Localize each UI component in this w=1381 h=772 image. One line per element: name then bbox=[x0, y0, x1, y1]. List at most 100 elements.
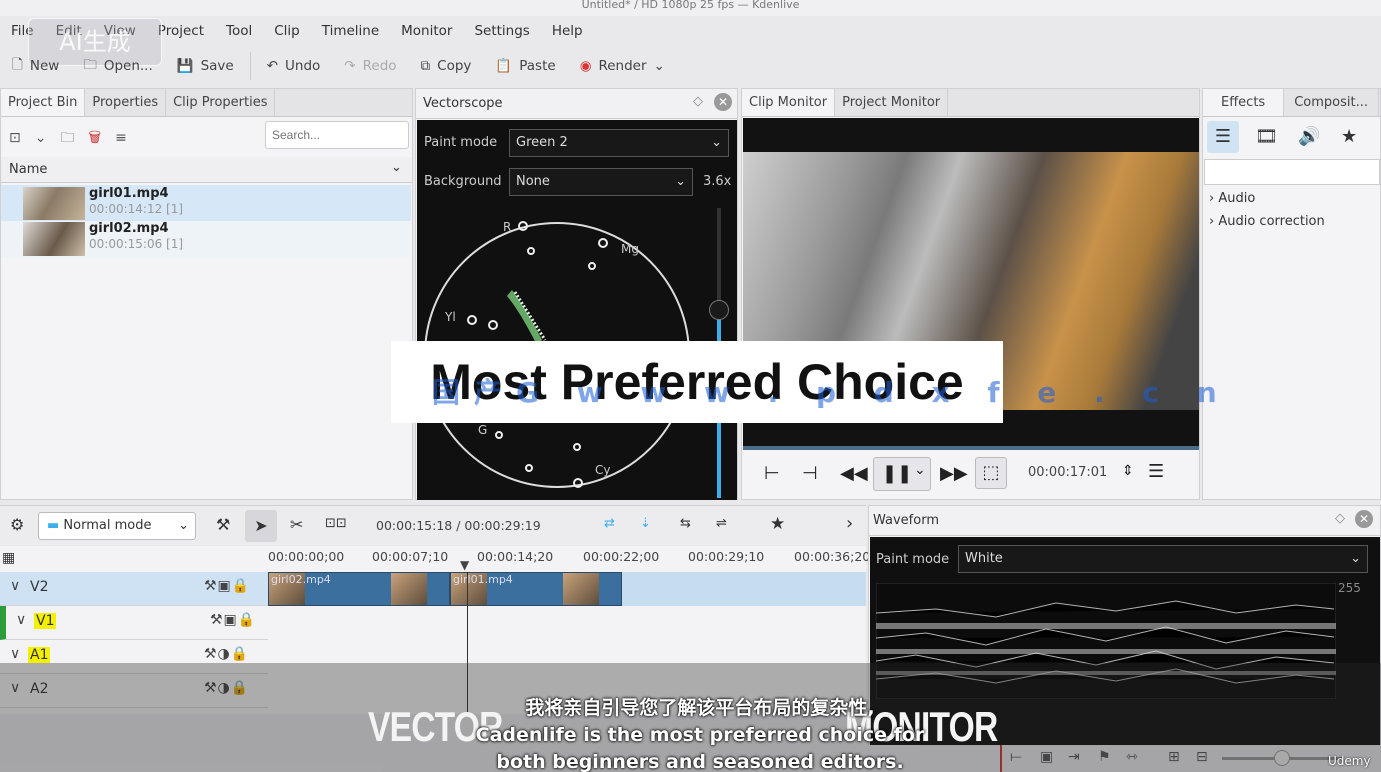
monitor-ruler[interactable] bbox=[743, 446, 1199, 450]
vectorscope-panel: Vectorscope ◇ ✕ Paint mode Green 2 ⌄ Back… bbox=[415, 88, 738, 500]
window-title: Untitled* / HD 1080p 25 fps — Kdenlive bbox=[0, 0, 1381, 16]
track-header-v1[interactable]: ∨ V1 ⚒▣🔒 bbox=[0, 606, 268, 640]
audio-effects-icon[interactable]: 🔊 bbox=[1298, 126, 1320, 147]
timeline-position: 00:00:15:18 / 00:00:29:19 bbox=[376, 518, 541, 533]
menu-timeline[interactable]: Timeline bbox=[311, 18, 390, 44]
tree-item-audio[interactable]: › Audio bbox=[1209, 191, 1255, 206]
bin-search-input[interactable] bbox=[265, 121, 409, 149]
open-label: Open... bbox=[103, 58, 153, 74]
open-button[interactable]: 🗀 Open... bbox=[71, 51, 164, 81]
delete-icon[interactable]: 🗑 bbox=[88, 130, 115, 146]
clip-label: girl01.mp4 bbox=[453, 573, 513, 586]
menu-clip[interactable]: Clip bbox=[263, 18, 311, 44]
list-item[interactable]: girl01.mp4 00:00:14:12 [1] bbox=[1, 185, 411, 221]
folder-icon[interactable]: 🗀 bbox=[60, 130, 88, 146]
timecode-spinner-icon[interactable]: ⇕ bbox=[1122, 463, 1134, 479]
overwrite-icon[interactable]: ⇣ bbox=[640, 516, 651, 531]
menu-settings[interactable]: Settings bbox=[463, 18, 540, 44]
play-pause-button[interactable]: ❚❚ ⌄ bbox=[873, 457, 931, 491]
track-tools[interactable]: ⚒▣🔒 bbox=[204, 578, 250, 594]
paste-button[interactable]: 📋 Paste bbox=[483, 51, 567, 81]
paint-mode-value: White bbox=[965, 551, 1003, 566]
subtitle-chinese: 我将亲自引导您了解该平台布局的复杂性, bbox=[525, 697, 875, 719]
rewind-icon[interactable]: ◀◀ bbox=[840, 463, 868, 484]
chevron-down-icon[interactable]: ∨ bbox=[10, 646, 20, 662]
slider-handle[interactable] bbox=[709, 300, 729, 320]
timeline-clip[interactable]: girl01.mp4 bbox=[450, 572, 622, 606]
chevron-down-icon: ⌄ bbox=[178, 518, 189, 533]
chevron-down-icon[interactable]: ∨ bbox=[16, 612, 26, 628]
effects-search-input[interactable] bbox=[1204, 159, 1380, 185]
set-zone-out-icon[interactable]: ⊣ bbox=[802, 463, 818, 484]
paint-mode-select[interactable]: Green 2 ⌄ bbox=[509, 129, 729, 157]
undo-button[interactable]: ↶ Undo bbox=[255, 51, 333, 81]
insert-icon[interactable]: ⇄ bbox=[604, 516, 615, 531]
copy-button[interactable]: ⧉ Copy bbox=[409, 51, 484, 81]
brand-watermark: Udemy bbox=[1328, 754, 1371, 768]
add-clip-icon[interactable]: ⊡ bbox=[9, 130, 35, 146]
multicam-tool-icon[interactable]: ⊡⊡ bbox=[325, 516, 347, 531]
crop-icon[interactable]: ⬚ bbox=[975, 457, 1007, 489]
timeline-ruler[interactable]: 00:00:00;00 00:00:07;10 00:00:14;20 00:0… bbox=[268, 546, 870, 572]
menu-tool[interactable]: Tool bbox=[215, 18, 263, 44]
clip-thumbnail bbox=[563, 573, 599, 605]
set-zone-in-icon[interactable]: ⊢ bbox=[764, 463, 780, 484]
fast-forward-icon[interactable]: ▶▶ bbox=[940, 463, 968, 484]
monitor-timecode[interactable]: 00:00:17:01 bbox=[1028, 465, 1107, 480]
tab-properties[interactable]: Properties bbox=[85, 89, 167, 116]
float-icon[interactable]: ◇ bbox=[1335, 511, 1345, 526]
select-tool-icon[interactable]: ➤ bbox=[245, 510, 277, 542]
chevron-down-icon: ⌄ bbox=[675, 174, 686, 189]
close-icon[interactable]: ✕ bbox=[1355, 510, 1373, 528]
favorites-icon[interactable]: ★ bbox=[1341, 126, 1357, 147]
waveform-paint-mode-select[interactable]: White ⌄ bbox=[958, 545, 1368, 573]
list-item[interactable]: girl02.mp4 00:00:15:06 [1] bbox=[1, 221, 411, 257]
save-button[interactable]: 💾 Save bbox=[165, 51, 246, 81]
menu-help[interactable]: Help bbox=[541, 18, 594, 44]
tab-compositions[interactable]: Composit... bbox=[1284, 89, 1379, 116]
main-toolbar: 🗋 New 🗀 Open... 💾 Save ↶ Undo ↷ Redo ⧉ Copy 📋 P… bbox=[0, 48, 1381, 84]
extract-icon[interactable]: ⇆ bbox=[680, 516, 691, 531]
tab-clip-monitor[interactable]: Clip Monitor bbox=[742, 89, 836, 116]
chevron-down-icon[interactable]: ⌄ bbox=[654, 58, 665, 74]
track-settings-icon[interactable]: ⚙ bbox=[10, 515, 24, 534]
background-select[interactable]: None ⌄ bbox=[509, 168, 693, 196]
chevron-right-icon: › bbox=[1209, 191, 1215, 206]
video-effects-icon[interactable]: 🎞 bbox=[1255, 126, 1278, 147]
playhead-marker-icon[interactable]: ▼ bbox=[460, 558, 469, 572]
menu-icon[interactable]: ☰ bbox=[1148, 461, 1164, 482]
timeline-clip[interactable]: girl02.mp4 bbox=[268, 572, 450, 606]
spacer-tool-icon[interactable]: ⚒ bbox=[216, 515, 230, 534]
chevron-down-icon[interactable]: ⌄ bbox=[391, 160, 402, 175]
clip-thumbnail bbox=[23, 222, 85, 256]
track-name: V1 bbox=[34, 613, 57, 629]
menu-monitor[interactable]: Monitor bbox=[390, 18, 463, 44]
list-view-icon[interactable]: ☰ bbox=[1207, 121, 1239, 153]
track-tools[interactable]: ⚒▣🔒 bbox=[210, 612, 256, 628]
new-button[interactable]: 🗋 New bbox=[0, 51, 71, 81]
folder-add-icon[interactable]: ⌄ bbox=[35, 130, 61, 146]
bin-column-header[interactable]: Name ⌄ bbox=[1, 157, 412, 183]
render-button[interactable]: ◉ Render ⌄ bbox=[568, 51, 677, 81]
toolbar-divider bbox=[249, 52, 251, 80]
chevron-down-icon[interactable]: ∨ bbox=[10, 578, 20, 594]
vectorscope-label-g: G bbox=[478, 423, 487, 437]
redo-button[interactable]: ↷ Redo bbox=[332, 51, 408, 81]
track-header-v2[interactable]: ∨ V2 ⚒▣🔒 bbox=[0, 572, 268, 606]
tab-project-monitor[interactable]: Project Monitor bbox=[835, 89, 949, 116]
close-icon[interactable]: ✕ bbox=[714, 93, 732, 111]
ruler-tick: 00:00:07;10 bbox=[372, 549, 449, 564]
float-icon[interactable]: ◇ bbox=[693, 94, 703, 109]
tree-item-audio-correction[interactable]: › Audio correction bbox=[1209, 214, 1325, 229]
tab-project-bin[interactable]: Project Bin bbox=[1, 89, 86, 116]
edit-mode-select[interactable]: ▬ Normal mode ⌄ bbox=[38, 512, 196, 540]
lift-icon[interactable]: ⇌ bbox=[716, 516, 727, 531]
track-tools[interactable]: ⚒◑🔒 bbox=[204, 646, 249, 662]
tab-effects[interactable]: Effects bbox=[1203, 89, 1285, 116]
tab-clip-properties[interactable]: Clip Properties bbox=[166, 89, 276, 116]
favorite-star-icon[interactable]: ★ bbox=[770, 514, 785, 534]
razor-tool-icon[interactable]: ✂ bbox=[290, 515, 303, 534]
menu-icon[interactable]: ≡ bbox=[115, 130, 141, 146]
chevron-right-icon[interactable]: › bbox=[846, 513, 853, 534]
ruler-tick: 00:00:22;00 bbox=[583, 549, 660, 564]
